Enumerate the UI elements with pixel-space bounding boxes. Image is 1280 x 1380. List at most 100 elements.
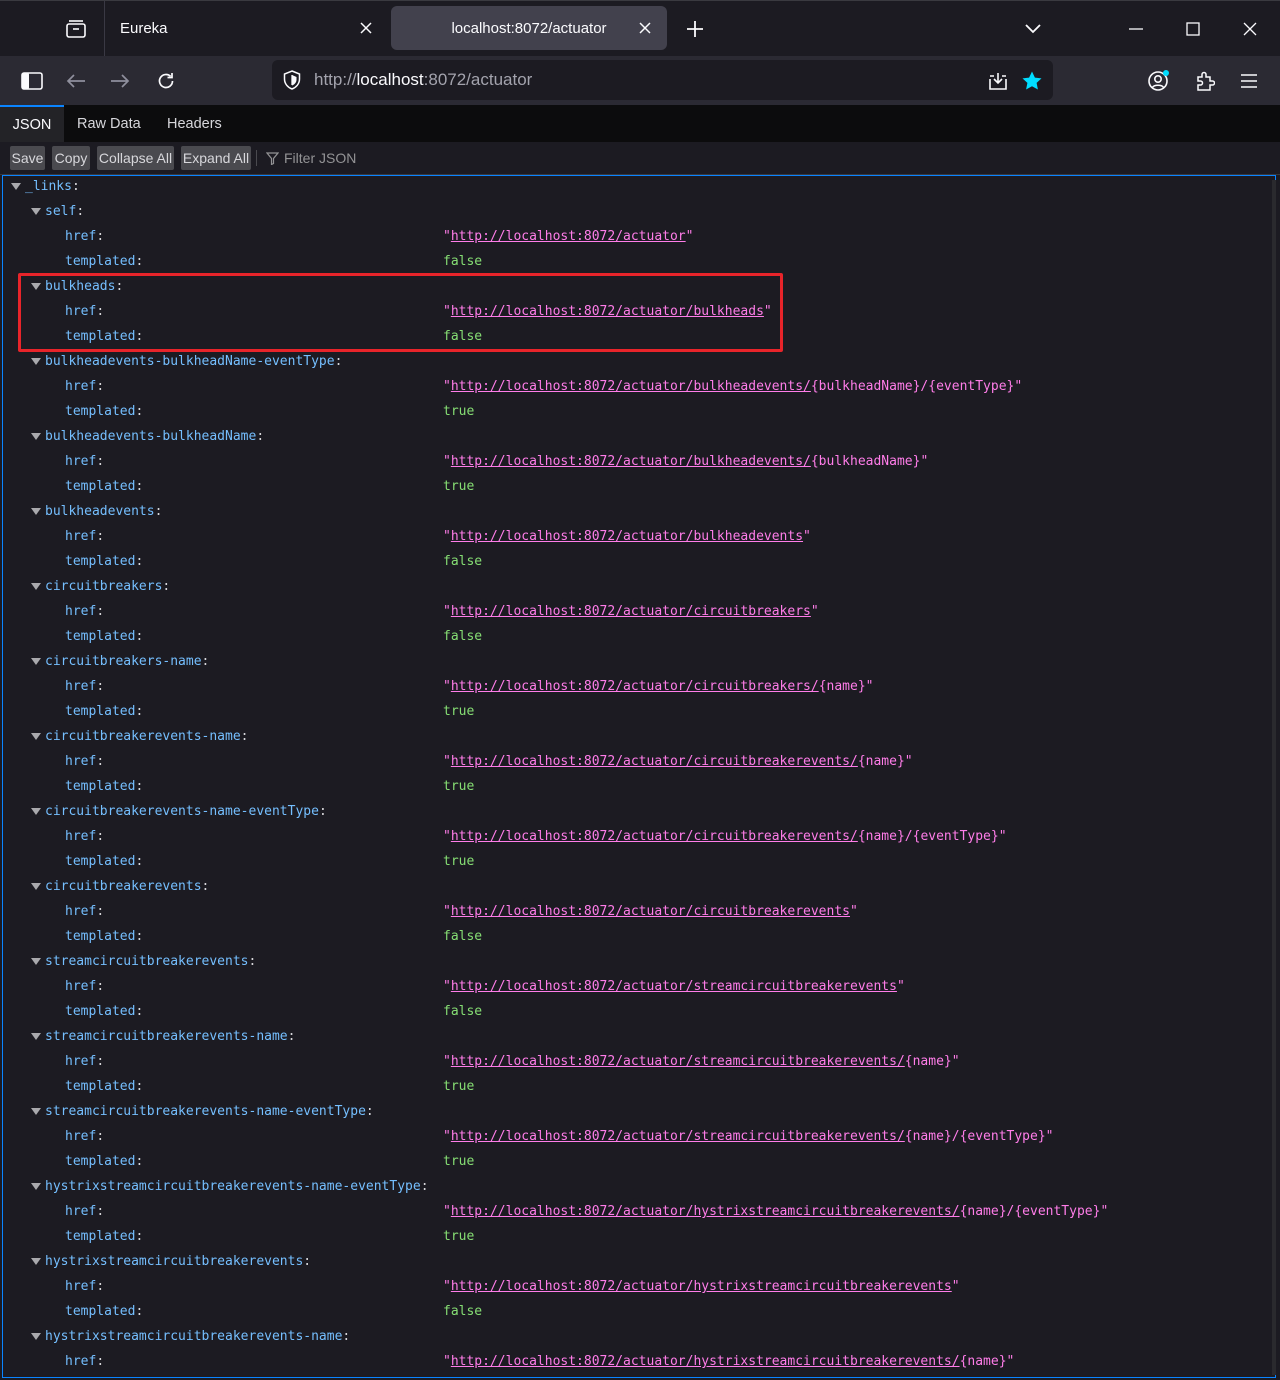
href-link[interactable]: http://localhost:8072/actuator/streamcir… <box>451 1054 905 1069</box>
json-key-text: templated <box>65 629 136 644</box>
extensions-icon[interactable] <box>1190 66 1220 96</box>
shield-icon[interactable] <box>282 70 302 90</box>
json-boolean-value: false <box>443 1304 483 1319</box>
close-tab-icon[interactable] <box>637 20 653 36</box>
new-tab-icon[interactable] <box>682 15 708 43</box>
json-key-text: templated <box>65 779 136 794</box>
json-key-text: href <box>65 754 97 769</box>
json-key: templated: <box>65 1229 144 1244</box>
json-string-value: "http://localhost:8072/actuator/bulkhead… <box>443 454 929 469</box>
scrollbar[interactable] <box>1272 180 1276 1375</box>
json-key: _links <box>25 179 72 194</box>
tab-raw-data[interactable]: Raw Data <box>77 105 141 142</box>
href-template-suffix: {name}/{eventType} <box>904 1129 1046 1144</box>
href-link[interactable]: http://localhost:8072/actuator/circuitbr… <box>451 604 811 619</box>
json-key: templated: <box>65 404 144 419</box>
json-boolean-value: true <box>443 479 475 494</box>
json-key-text: circuitbreakerevents-name-eventType <box>45 804 319 819</box>
json-key: href: <box>65 679 105 694</box>
href-link[interactable]: http://localhost:8072/actuator/streamcir… <box>451 1129 905 1144</box>
expand-toggle-icon[interactable] <box>31 883 41 890</box>
tab-eureka[interactable]: Eureka <box>106 6 388 50</box>
json-viewer-tabs: JSON Raw Data Headers <box>0 105 1280 142</box>
json-key: self: <box>45 204 85 219</box>
json-key-text: href <box>65 604 97 619</box>
expand-toggle-icon[interactable] <box>31 508 41 515</box>
maximize-icon[interactable] <box>1179 15 1207 43</box>
href-link[interactable]: http://localhost:8072/actuator/bulkheade… <box>451 454 811 469</box>
expand-toggle-icon[interactable] <box>31 1108 41 1115</box>
href-link[interactable]: http://localhost:8072/actuator/bulkheade… <box>451 379 811 394</box>
href-link[interactable]: http://localhost:8072/actuator/circuitbr… <box>451 829 858 844</box>
expand-toggle-icon[interactable] <box>31 1033 41 1040</box>
json-key-text: templated <box>65 1154 136 1169</box>
json-key-text: templated <box>65 554 136 569</box>
expand-toggle-icon[interactable] <box>31 208 41 215</box>
copy-button[interactable]: Copy <box>52 146 90 170</box>
href-link[interactable]: http://localhost:8072/actuator <box>451 229 686 244</box>
account-icon[interactable] <box>1144 66 1174 96</box>
json-key-text: href <box>65 529 97 544</box>
filter-json-input[interactable]: Filter JSON <box>266 150 356 166</box>
json-key: bulkheadevents: <box>45 504 163 519</box>
tab-headers[interactable]: Headers <box>167 105 222 142</box>
json-tree: _links: self: href: "http://localhost:8072… <box>2 175 1276 1378</box>
json-key: templated: <box>65 1154 144 1169</box>
json-key-text: hystrixstreamcircuitbreakerevents <box>45 1254 304 1269</box>
href-link[interactable]: http://localhost:8072/actuator/circuitbr… <box>451 904 850 919</box>
json-key-text: href <box>65 679 97 694</box>
json-key: bulkheadevents-bulkheadName-eventType: <box>45 354 343 369</box>
json-key-text: href <box>65 1054 97 1069</box>
href-template-suffix: {name} <box>959 1354 1007 1369</box>
expand-toggle-icon[interactable] <box>31 433 41 440</box>
expand-all-button[interactable]: Expand All <box>181 146 251 170</box>
href-link[interactable]: http://localhost:8072/actuator/circuitbr… <box>451 754 858 769</box>
minimize-icon[interactable] <box>1122 15 1150 43</box>
highlight-box <box>18 273 783 352</box>
href-link[interactable]: http://localhost:8072/actuator/hystrixst… <box>451 1204 960 1219</box>
download-icon[interactable] <box>986 69 1010 93</box>
expand-toggle-icon[interactable] <box>11 183 21 190</box>
json-key-text: href <box>65 904 97 919</box>
expand-toggle-icon[interactable] <box>31 358 41 365</box>
json-string-value: "http://localhost:8072/actuator/hystrixs… <box>443 1354 1015 1369</box>
json-key: templated: <box>65 629 144 644</box>
forward-icon[interactable] <box>105 66 135 96</box>
href-link[interactable]: http://localhost:8072/actuator/hystrixst… <box>451 1354 960 1369</box>
expand-toggle-icon[interactable] <box>31 1333 41 1340</box>
json-key-text: templated <box>65 479 136 494</box>
expand-toggle-icon[interactable] <box>31 1183 41 1190</box>
chevron-down-icon[interactable] <box>1019 15 1047 43</box>
back-icon[interactable] <box>61 66 91 96</box>
json-key: hystrixstreamcircuitbreakerevents-name-e… <box>45 1179 429 1194</box>
address-bar[interactable]: http://localhost:8072/actuator <box>272 60 1053 100</box>
expand-toggle-icon[interactable] <box>31 583 41 590</box>
href-template-suffix: {name} <box>857 754 905 769</box>
collapse-all-button[interactable]: Collapse All <box>97 146 174 170</box>
menu-icon[interactable] <box>1234 66 1264 96</box>
expand-toggle-icon[interactable] <box>31 1258 41 1265</box>
expand-toggle-icon[interactable] <box>31 658 41 665</box>
sidebar-toggle-icon[interactable] <box>17 66 47 96</box>
reload-icon[interactable] <box>151 66 181 96</box>
url-text[interactable]: http://localhost:8072/actuator <box>314 70 532 90</box>
json-key-text: templated <box>65 1079 136 1094</box>
expand-toggle-icon[interactable] <box>31 808 41 815</box>
href-link[interactable]: http://localhost:8072/actuator/circuitbr… <box>451 679 819 694</box>
json-key: href: <box>65 829 105 844</box>
tab-actuator[interactable]: localhost:8072/actuator <box>391 6 667 50</box>
tab-json[interactable]: JSON <box>0 105 64 142</box>
href-link[interactable]: http://localhost:8072/actuator/hystrixst… <box>451 1279 952 1294</box>
bookmark-star-icon[interactable] <box>1020 69 1044 93</box>
close-tab-icon[interactable] <box>358 20 374 36</box>
json-key-text: self <box>45 204 77 219</box>
toolbar-separator <box>256 150 257 166</box>
window-close-icon[interactable] <box>1236 15 1264 43</box>
href-link[interactable]: http://localhost:8072/actuator/bulkheade… <box>451 529 803 544</box>
save-button[interactable]: Save <box>10 146 45 170</box>
json-key: circuitbreakerevents: <box>45 879 210 894</box>
tab-overview-icon[interactable] <box>56 11 96 47</box>
expand-toggle-icon[interactable] <box>31 733 41 740</box>
expand-toggle-icon[interactable] <box>31 958 41 965</box>
href-link[interactable]: http://localhost:8072/actuator/streamcir… <box>451 979 897 994</box>
